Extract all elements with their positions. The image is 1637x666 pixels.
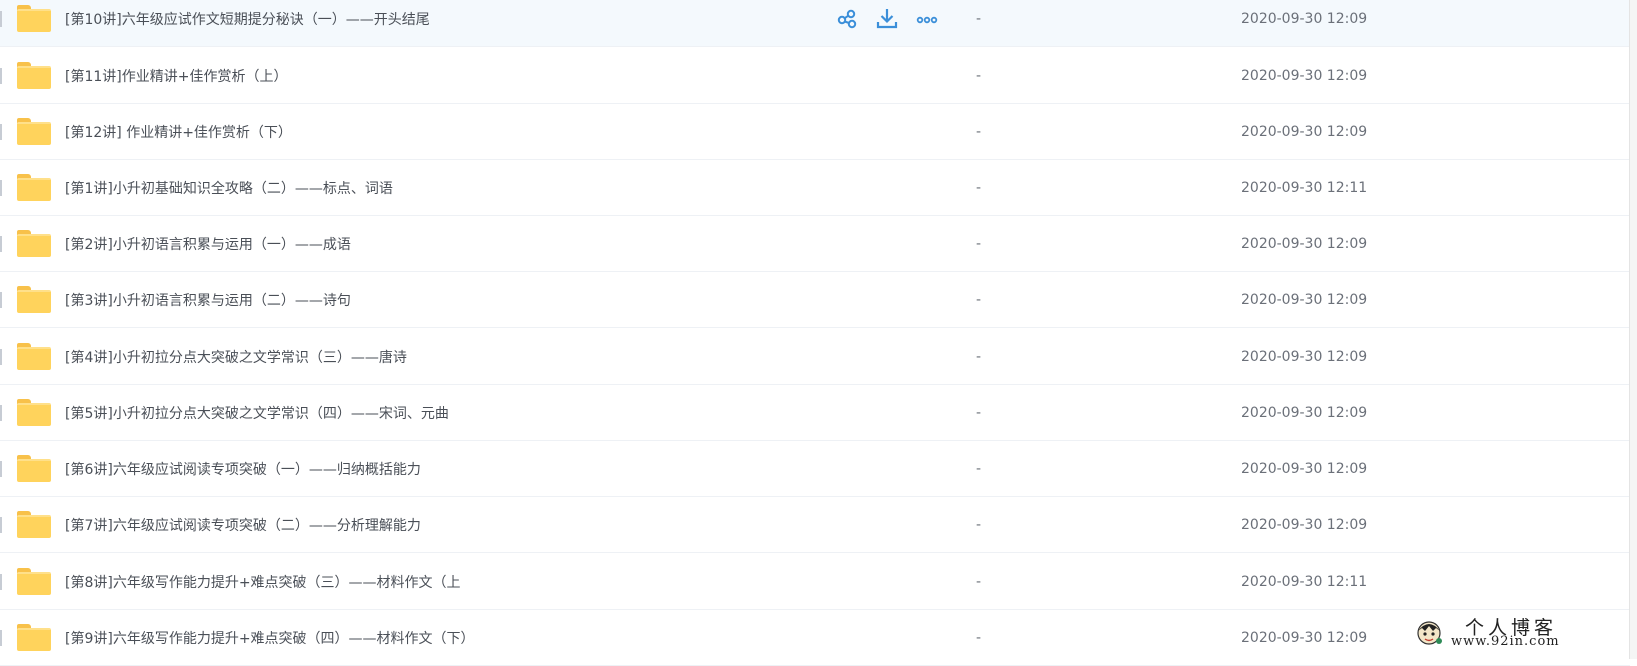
folder-icon [17,343,51,370]
file-row[interactable]: [第10讲]六年级应试作文短期提分秘诀（一）——开头结尾 [0,0,1630,47]
file-modified: 2020-09-30 12:09 [1241,236,1367,252]
file-modified: 2020-09-30 12:11 [1241,574,1367,590]
file-size: - [976,180,981,196]
file-name[interactable]: [第4讲]小升初拉分点大突破之文学常识（三）——唐诗 [65,347,407,367]
row-checkbox[interactable] [0,405,2,421]
folder-icon [17,624,51,651]
row-checkbox[interactable] [0,68,2,84]
row-checkbox[interactable] [0,461,2,477]
file-modified: 2020-09-30 12:11 [1241,180,1367,196]
watermark: 个人博客 www.92in.com [1409,613,1599,653]
folder-icon [17,511,51,538]
file-modified: 2020-09-30 12:09 [1241,630,1367,646]
file-name[interactable]: [第3讲]小升初语言积累与运用（二）——诗句 [65,290,351,310]
file-modified: 2020-09-30 12:09 [1241,292,1367,308]
folder-icon [17,399,51,426]
file-size: - [976,461,981,477]
file-modified: 2020-09-30 12:09 [1241,68,1367,84]
folder-icon [17,455,51,482]
file-name[interactable]: [第5讲]小升初拉分点大突破之文学常识（四）——宋词、元曲 [65,403,449,423]
row-checkbox[interactable] [0,574,2,590]
row-checkbox[interactable] [0,630,2,646]
file-size: - [976,68,981,84]
row-checkbox[interactable] [0,124,2,140]
file-modified: 2020-09-30 12:09 [1241,11,1367,27]
file-row[interactable]: [第8讲]六年级写作能力提升+难点突破（三）——材料作文（上 - 2020-09… [0,554,1630,610]
file-name[interactable]: [第6讲]六年级应试阅读专项突破（一）——归纳概括能力 [65,459,421,479]
row-checkbox[interactable] [0,349,2,365]
file-row[interactable]: [第4讲]小升初拉分点大突破之文学常识（三）——唐诗 - 2020-09-30 … [0,329,1630,385]
file-size: - [976,574,981,590]
file-row[interactable]: [第9讲]六年级写作能力提升+难点突破（四）——材料作文（下） - 2020-0… [0,610,1630,666]
file-modified: 2020-09-30 12:09 [1241,405,1367,421]
folder-icon [17,230,51,257]
file-row[interactable]: [第3讲]小升初语言积累与运用（二）——诗句 - 2020-09-30 12:0… [0,272,1630,328]
file-modified: 2020-09-30 12:09 [1241,517,1367,533]
row-checkbox[interactable] [0,11,2,27]
row-checkbox[interactable] [0,292,2,308]
download-icon[interactable] [874,6,900,32]
file-list: [第10讲]六年级应试作文短期提分秘诀（一）——开头结尾 [0,0,1630,659]
file-row[interactable]: [第11讲]作业精讲+佳作赏析（上） - 2020-09-30 12:09 [0,48,1630,104]
avatar-icon [1415,619,1443,647]
file-size: - [976,11,981,27]
file-name[interactable]: [第2讲]小升初语言积累与运用（一）——成语 [65,234,351,254]
share-icon[interactable] [834,6,860,32]
file-row[interactable]: [第12讲] 作业精讲+佳作赏析（下） - 2020-09-30 12:09 [0,104,1630,160]
file-name[interactable]: [第12讲] 作业精讲+佳作赏析（下） [65,122,292,142]
file-name[interactable]: [第11讲]作业精讲+佳作赏析（上） [65,66,287,86]
file-row[interactable]: [第6讲]六年级应试阅读专项突破（一）——归纳概括能力 - 2020-09-30… [0,441,1630,497]
file-size: - [976,517,981,533]
row-checkbox[interactable] [0,180,2,196]
file-row[interactable]: [第7讲]六年级应试阅读专项突破（二）——分析理解能力 - 2020-09-30… [0,497,1630,553]
file-row[interactable]: [第1讲]小升初基础知识全攻略（二）——标点、词语 - 2020-09-30 1… [0,160,1630,216]
row-checkbox[interactable] [0,236,2,252]
file-name[interactable]: [第8讲]六年级写作能力提升+难点突破（三）——材料作文（上 [65,572,461,592]
file-row[interactable]: [第5讲]小升初拉分点大突破之文学常识（四）——宋词、元曲 - 2020-09-… [0,385,1630,441]
more-icon[interactable] [914,6,940,32]
file-row[interactable]: [第2讲]小升初语言积累与运用（一）——成语 - 2020-09-30 12:0… [0,216,1630,272]
folder-icon [17,62,51,89]
folder-icon [17,174,51,201]
file-size: - [976,124,981,140]
file-size: - [976,236,981,252]
file-size: - [976,292,981,308]
file-size: - [976,630,981,646]
file-modified: 2020-09-30 12:09 [1241,461,1367,477]
row-checkbox[interactable] [0,517,2,533]
folder-icon [17,5,51,32]
vertical-scrollbar[interactable] [1629,0,1637,659]
file-modified: 2020-09-30 12:09 [1241,349,1367,365]
folder-icon [17,568,51,595]
watermark-url: www.92in.com [1451,634,1560,649]
file-name[interactable]: [第9讲]六年级写作能力提升+难点突破（四）——材料作文（下） [65,628,475,648]
file-size: - [976,349,981,365]
folder-icon [17,118,51,145]
folder-icon [17,286,51,313]
file-name[interactable]: [第1讲]小升初基础知识全攻略（二）——标点、词语 [65,178,393,198]
file-modified: 2020-09-30 12:09 [1241,124,1367,140]
file-name[interactable]: [第10讲]六年级应试作文短期提分秘诀（一）——开头结尾 [65,9,430,29]
file-size: - [976,405,981,421]
file-name[interactable]: [第7讲]六年级应试阅读专项突破（二）——分析理解能力 [65,515,421,535]
